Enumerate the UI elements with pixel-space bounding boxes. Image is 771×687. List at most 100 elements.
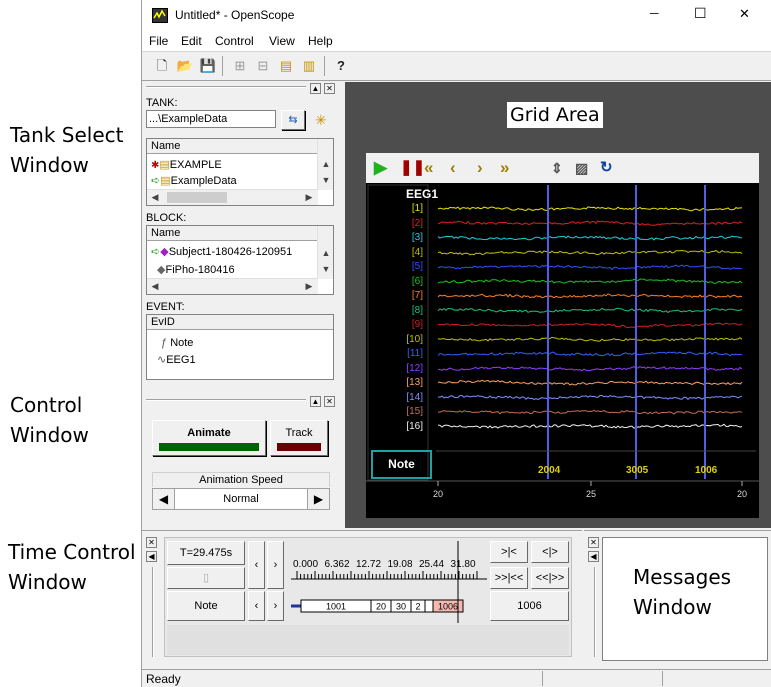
step-forward-icon[interactable]: › — [477, 157, 483, 179]
new-file-icon[interactable]: 🗋 — [152, 56, 172, 76]
nav-button[interactable]: >>|<< — [490, 567, 528, 589]
tank-hscrollbar[interactable]: ◀ ▶ — [147, 189, 318, 205]
ruler-tick-label: 25.44 — [419, 559, 445, 570]
rewind-icon[interactable]: « — [424, 157, 433, 179]
fast-forward-icon[interactable]: » — [500, 157, 509, 179]
tank-select-panel: ▲ ✕ TANK: ...\ExampleData ⇆ ✳ Name ✱▤EXA… — [142, 82, 342, 390]
database-add-icon[interactable]: ▥ — [299, 56, 319, 76]
properties-icon[interactable]: ▨ — [575, 157, 588, 179]
block-label: BLOCK: — [146, 212, 187, 224]
menu-help[interactable]: Help — [308, 34, 333, 48]
scope-toolbar: ▶ ❚❚ « ‹ › » ⇕ ▨ ↻ — [366, 153, 759, 183]
channel-label: [4] — [411, 246, 423, 258]
pause-icon[interactable]: ❚❚ — [400, 157, 425, 179]
nav-button[interactable]: <<|>> — [531, 567, 569, 589]
note-segment-label: 20 — [376, 602, 386, 612]
block-hscrollbar[interactable]: ◀ ▶ — [147, 278, 318, 294]
panel-grip[interactable] — [594, 567, 596, 657]
panel-close-icon[interactable]: ✕ — [146, 537, 157, 548]
tank-path-field[interactable]: ...\ExampleData — [146, 110, 276, 128]
dock-button[interactable]: ◀ — [588, 551, 599, 562]
close-button[interactable]: ✕ — [739, 6, 750, 22]
event-list-header[interactable]: EvID — [147, 315, 333, 330]
note-event-button[interactable]: Note — [167, 591, 245, 621]
tank-vscrollbar[interactable]: ▲ ▼ — [317, 139, 333, 190]
maximize-button[interactable]: ☐ — [694, 5, 707, 22]
animation-speed-control[interactable]: ◀ Normal ▶ — [152, 488, 330, 510]
list-item[interactable]: ∿EEG1 — [157, 352, 196, 368]
panel-grip[interactable] — [146, 86, 306, 88]
note-value-button[interactable]: 1006 — [490, 591, 569, 621]
nav-button[interactable]: >|< — [490, 541, 528, 563]
arrow-right-icon: ➪ — [151, 175, 161, 187]
panel-close-icon[interactable]: ✕ — [324, 396, 335, 407]
menu-file[interactable]: File — [149, 34, 168, 48]
note-segment-label: 1001 — [326, 602, 346, 612]
list-item[interactable]: ➪▤ExampleData — [151, 173, 237, 189]
menu-control[interactable]: Control — [215, 34, 254, 48]
block-vscrollbar[interactable]: ▲ ▼ — [317, 226, 333, 279]
x-tick-label: 20 — [433, 489, 443, 499]
save-icon[interactable]: 💾 — [198, 56, 218, 76]
panel-close-icon[interactable]: ✕ — [324, 83, 335, 94]
list-item[interactable]: ƒ Note — [161, 335, 193, 351]
note-marker-label: 3005 — [626, 465, 649, 476]
list-item[interactable]: ✱▤EXAMPLE — [151, 157, 222, 174]
refresh-icon[interactable]: ↻ — [600, 157, 613, 179]
step-back-icon[interactable]: ‹ — [450, 157, 456, 179]
menu-view[interactable]: View — [269, 34, 295, 48]
speed-decrease-icon[interactable]: ◀ — [153, 489, 175, 509]
animation-speed-label: Animation Speed — [152, 472, 330, 487]
main-toolbar: 🗋 📂 💾 ⊞ ⊟ ▤ ▥ ? — [142, 51, 771, 81]
play-icon[interactable]: ▶ — [374, 157, 387, 179]
menu-edit[interactable]: Edit — [181, 34, 202, 48]
zoom-fit-icon[interactable]: ⇕ — [551, 157, 563, 179]
dock-button[interactable]: ◀ — [146, 551, 157, 562]
status-divider — [542, 671, 543, 686]
channel-label: [8] — [411, 304, 423, 316]
title-bar: Untitled* - OpenScope ─ ☐ ✕ — [142, 0, 771, 31]
speed-increase-icon[interactable]: ▶ — [307, 489, 329, 509]
tank-label: TANK: — [146, 97, 178, 109]
note-button[interactable]: Note — [371, 450, 432, 479]
messages-area[interactable]: Messages Window — [602, 537, 768, 661]
time-control-blank-button[interactable]: ▯ — [167, 567, 245, 589]
list-item[interactable]: ➪◆Subject1-180426-120951 — [151, 244, 292, 260]
note-prev-icon[interactable]: ‹ — [248, 591, 265, 621]
help-icon[interactable]: ? — [331, 56, 351, 76]
tank-list: Name ✱▤EXAMPLE ➪▤ExampleData ▲ ▼ ◀ ▶ — [146, 138, 334, 206]
messages-panel: ✕ ◀ Messages Window — [584, 530, 771, 668]
app-icon — [152, 8, 168, 23]
channel-label: [16] — [406, 420, 423, 432]
note-segment-label: 30 — [396, 602, 406, 612]
panel-close-icon[interactable]: ✕ — [588, 537, 599, 548]
time-step-back-icon[interactable]: ‹ — [248, 541, 265, 589]
animate-button[interactable]: Animate — [152, 420, 266, 456]
minimize-button[interactable]: ─ — [650, 6, 659, 20]
browse-tank-icon[interactable]: ⇆ — [281, 110, 305, 130]
toolbar-separator — [222, 56, 223, 76]
disabled-tool-icon[interactable]: ⊞ — [230, 56, 250, 76]
database-icon[interactable]: ▤ — [276, 56, 296, 76]
note-next-icon[interactable]: › — [267, 591, 284, 621]
note-segment-group: 1001 20 30 2 1006 — [300, 599, 464, 613]
x-tick-label: 25 — [586, 489, 596, 499]
nav-button[interactable]: <|> — [531, 541, 569, 563]
time-ruler[interactable]: 1001 20 30 2 1006 — [287, 541, 489, 623]
dock-button[interactable]: ▲ — [310, 396, 321, 407]
channel-label: [13] — [406, 377, 423, 388]
panel-grip[interactable] — [152, 567, 154, 657]
time-display[interactable]: T=29.475s — [167, 541, 245, 565]
time-step-forward-icon[interactable]: › — [267, 541, 284, 589]
dock-button[interactable]: ▲ — [310, 83, 321, 94]
open-folder-icon[interactable]: 📂 — [175, 56, 195, 76]
disabled-tool-icon[interactable]: ⊟ — [253, 56, 273, 76]
ruler-tick-label: 6.362 — [324, 559, 350, 570]
list-item[interactable]: ◆FiPho-180416 — [157, 262, 235, 278]
add-tank-icon[interactable]: ✳ — [315, 112, 327, 129]
tank-list-header[interactable]: Name — [147, 139, 317, 154]
block-list-header[interactable]: Name — [147, 226, 317, 241]
note-marker-label: 1006 — [695, 465, 718, 476]
panel-grip[interactable] — [146, 399, 306, 401]
track-button[interactable]: Track — [270, 420, 328, 456]
